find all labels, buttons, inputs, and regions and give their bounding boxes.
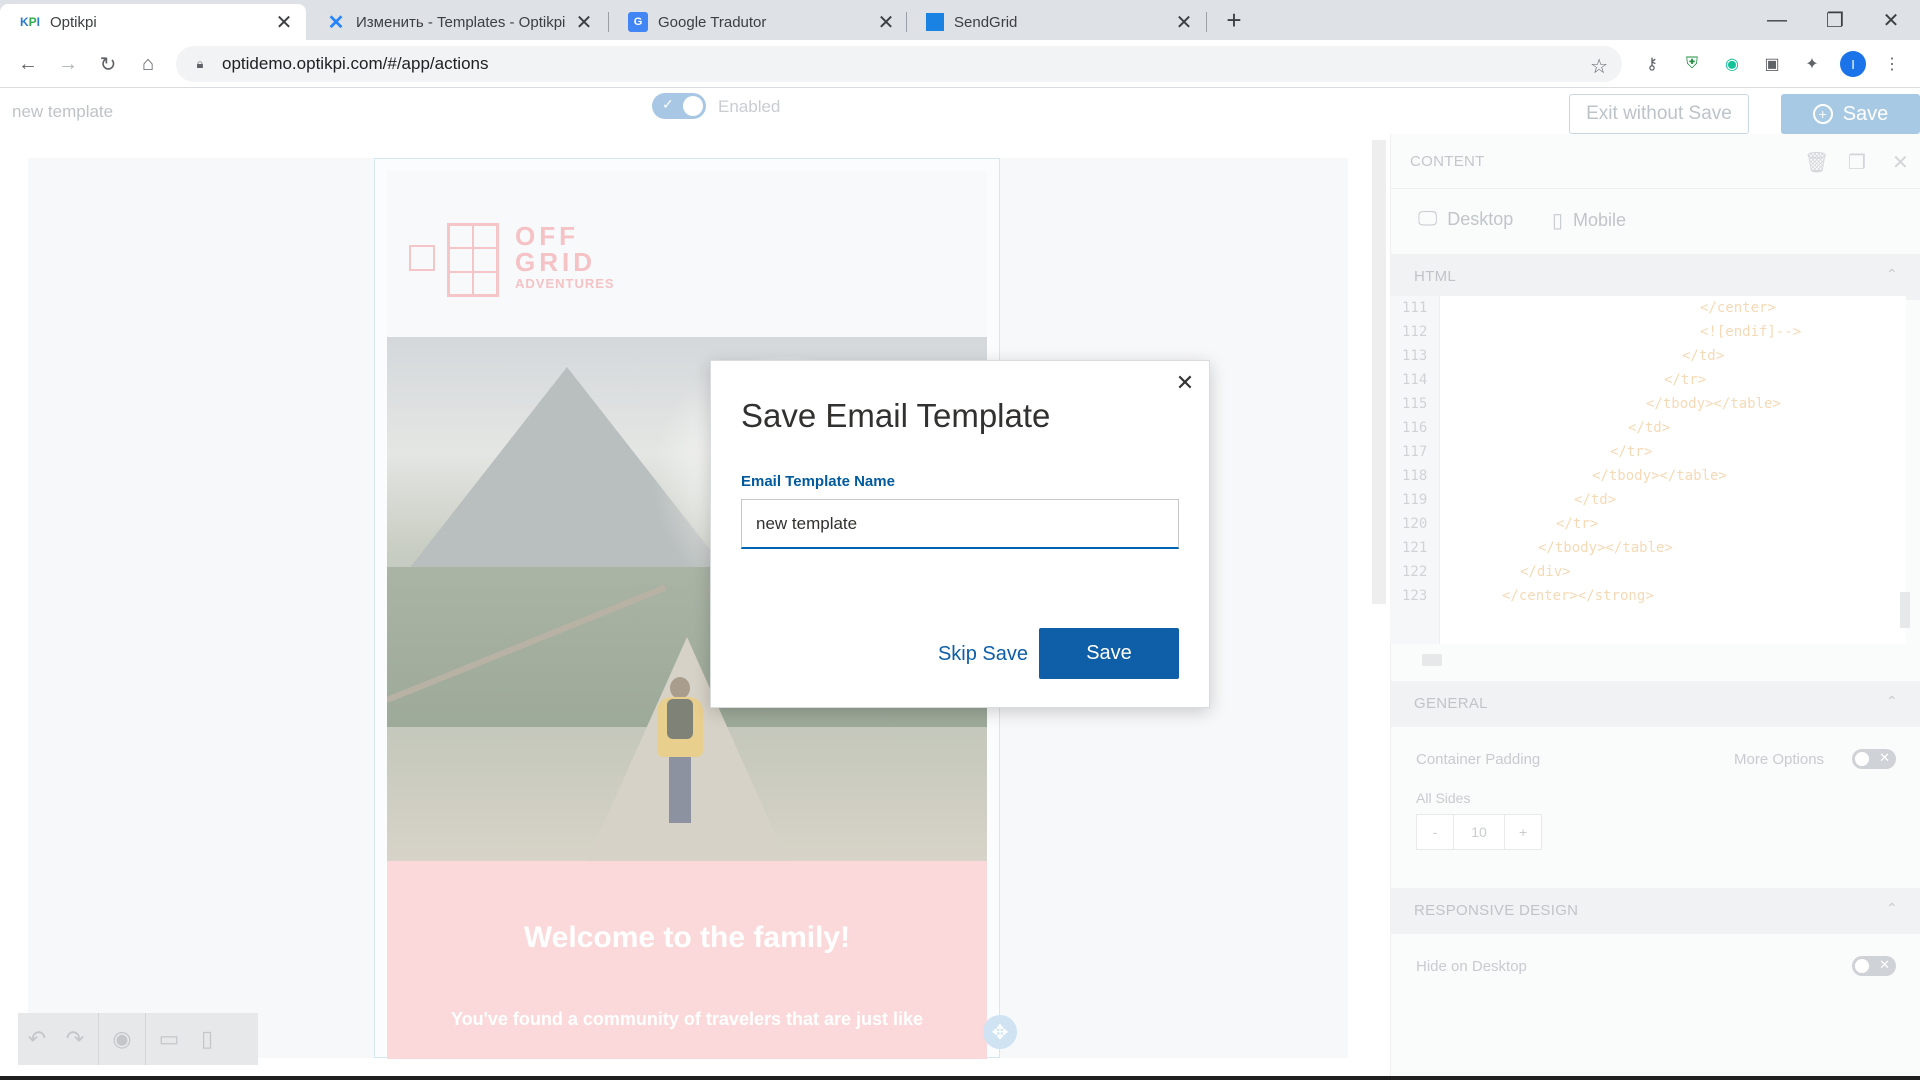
tab-title: Optikpi <box>50 13 97 31</box>
profile-avatar[interactable]: I <box>1840 51 1866 77</box>
grammarly-icon[interactable]: ◉ <box>1720 52 1744 76</box>
new-tab-icon[interactable]: + <box>1220 5 1248 35</box>
sendgrid-icon <box>926 13 944 31</box>
browser-tab-strip: KPI Optikpi ✕ ✕ Изменить - Templates - O… <box>0 0 1920 40</box>
tab-close-icon[interactable]: ✕ <box>874 10 898 34</box>
tab-close-icon[interactable]: ✕ <box>572 10 596 34</box>
google-translate-icon: G <box>628 12 648 32</box>
tab-title: SendGrid <box>954 13 1018 31</box>
home-icon[interactable]: ⌂ <box>132 48 164 80</box>
bookmark-star-icon[interactable]: ☆ <box>1590 54 1608 79</box>
template-name-label: Email Template Name <box>741 473 895 490</box>
back-icon[interactable]: ← <box>12 48 44 80</box>
window-close-icon[interactable]: ✕ <box>1862 0 1920 40</box>
dialog-title: Save Email Template <box>741 397 1051 434</box>
tab-title: Изменить - Templates - Optikpi <box>356 13 566 31</box>
tab-divider <box>1206 12 1207 32</box>
browser-toolbar: ← → ↻ ⌂ 🔒︎ optidemo.optikpi.com/#/app/ac… <box>0 40 1920 88</box>
browser-menu-icon[interactable]: ⋮ <box>1880 52 1904 76</box>
tab-title: Google Tradutor <box>658 13 767 31</box>
browser-tab-optikpi[interactable]: KPI Optikpi ✕ <box>0 4 306 40</box>
minimize-icon[interactable]: — <box>1748 0 1806 40</box>
restore-icon[interactable]: ❐ <box>1806 0 1864 40</box>
lock-icon: 🔒︎ <box>196 56 204 71</box>
reload-icon[interactable]: ↻ <box>92 48 124 80</box>
address-bar[interactable]: 🔒︎ optidemo.optikpi.com/#/app/actions ☆ <box>176 46 1622 82</box>
dialog-close-icon[interactable]: ✕ <box>1171 369 1199 397</box>
confluence-icon: ✕ <box>327 11 345 34</box>
forward-icon[interactable]: → <box>52 48 84 80</box>
window-bottom-edge <box>0 1076 1920 1080</box>
template-name-input[interactable] <box>741 499 1179 549</box>
extensions-puzzle-icon[interactable]: ✦ <box>1800 52 1824 76</box>
tab-close-icon[interactable]: ✕ <box>272 10 296 34</box>
tab-close-icon[interactable]: ✕ <box>1172 10 1196 34</box>
browser-tab-sendgrid[interactable]: SendGrid ✕ <box>906 4 1206 40</box>
dialog-save-button[interactable]: Save <box>1039 628 1179 679</box>
url-text: optidemo.optikpi.com/#/app/actions <box>222 54 489 73</box>
image-extension-icon[interactable]: ▣ <box>1760 52 1784 76</box>
key-extension-icon[interactable]: ⚷ <box>1640 52 1664 76</box>
skip-save-button[interactable]: Skip Save <box>923 629 1043 679</box>
browser-tab-translate[interactable]: G Google Tradutor ✕ <box>608 4 908 40</box>
optikpi-favicon-icon: KPI <box>19 15 41 29</box>
browser-tab-templates[interactable]: ✕ Изменить - Templates - Optikpi ✕ <box>306 4 606 40</box>
shield-extension-icon[interactable]: ⛨ <box>1680 52 1704 76</box>
save-template-dialog: ✕ Save Email Template Email Template Nam… <box>710 360 1210 708</box>
